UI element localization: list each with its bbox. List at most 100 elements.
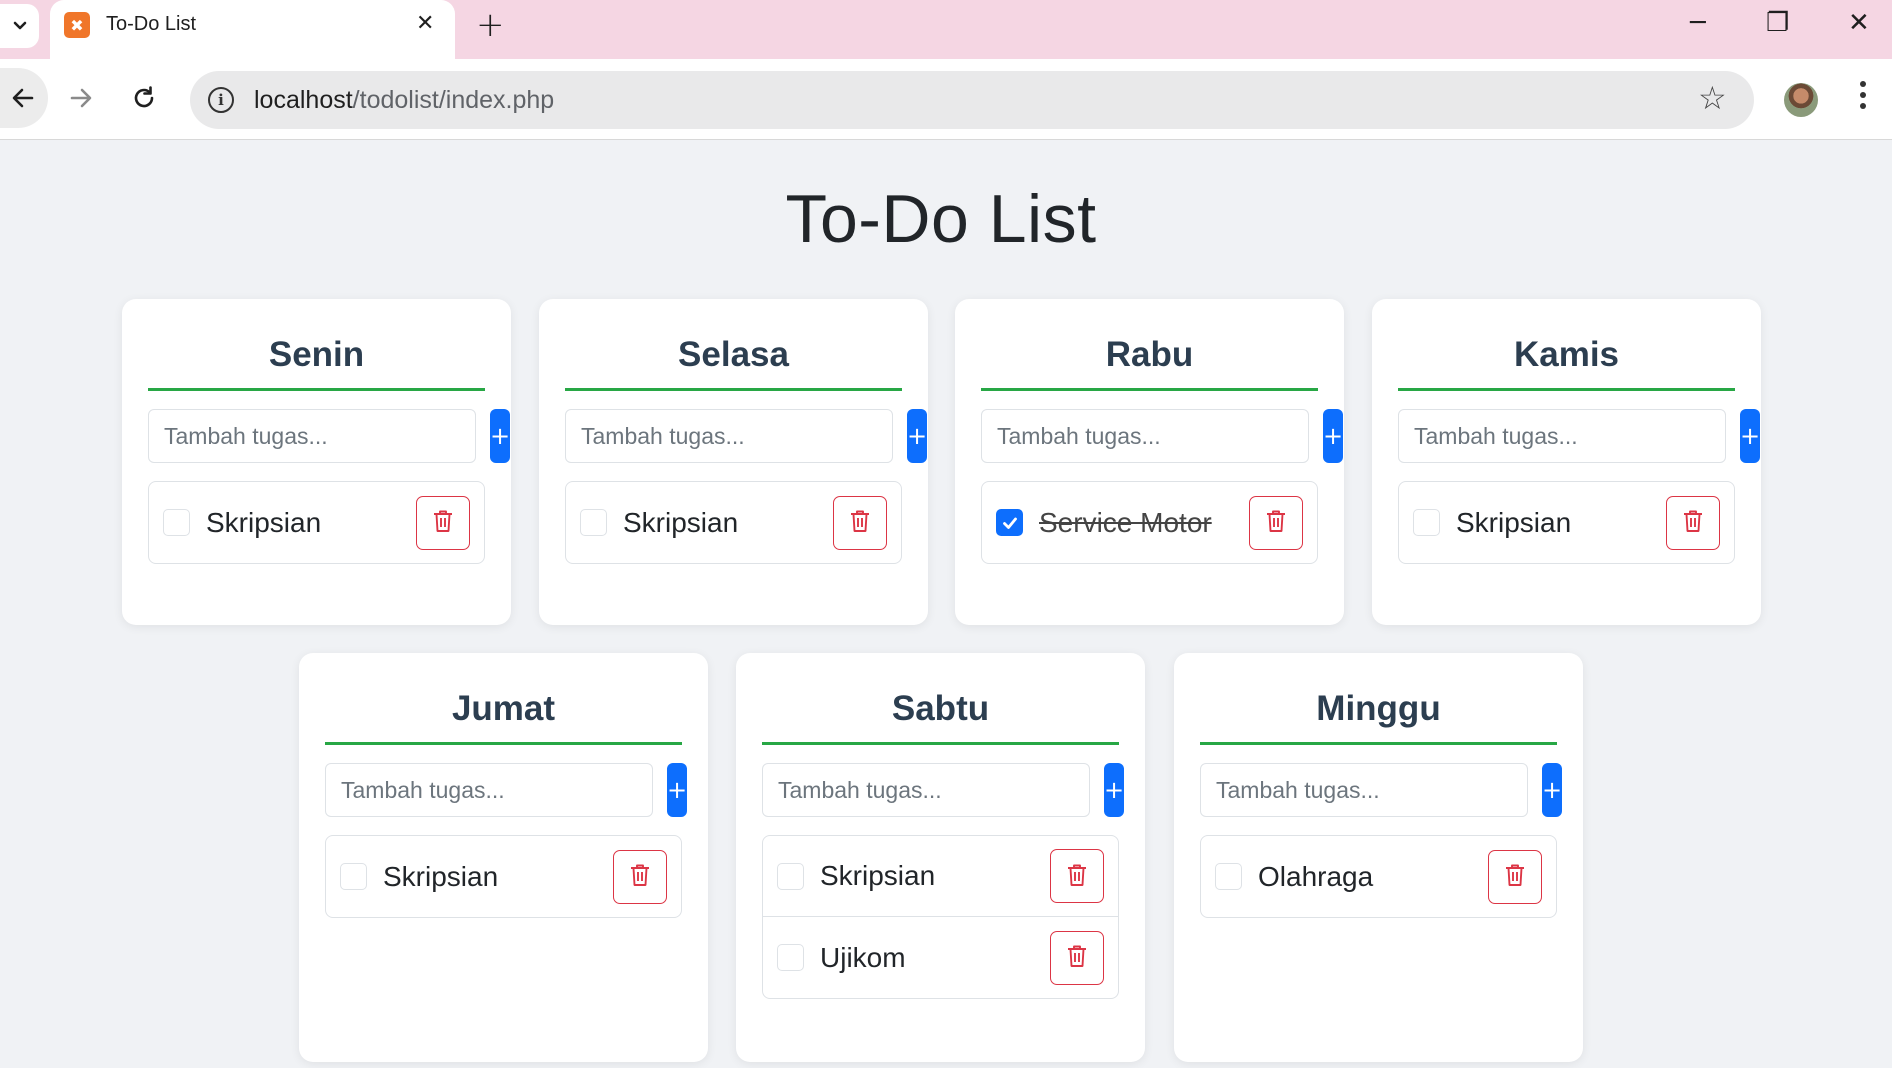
page-title: To-Do List: [785, 181, 1097, 257]
delete-task-button[interactable]: [613, 849, 667, 904]
day-title: Selasa: [565, 299, 902, 391]
day-title: Minggu: [1200, 653, 1557, 745]
delete-task-button[interactable]: [1249, 495, 1303, 550]
xampp-icon: ✖: [64, 12, 90, 38]
task-item: Olahraga: [1201, 836, 1556, 917]
trash-icon: [432, 509, 454, 536]
day-card-kamis: Kamis+ Skripsian: [1372, 299, 1761, 625]
restore-icon[interactable]: ❐: [1766, 8, 1789, 38]
task-input[interactable]: [1200, 763, 1528, 817]
delete-task-button[interactable]: [1666, 495, 1720, 550]
task-input[interactable]: [148, 409, 476, 463]
trash-icon: [849, 509, 871, 536]
add-task-button[interactable]: +: [1740, 409, 1761, 463]
task-item: Skripsian: [1399, 482, 1734, 563]
day-card-minggu: Minggu + Olahraga: [1174, 653, 1583, 1062]
delete-task-button[interactable]: [1050, 930, 1104, 985]
add-task-button[interactable]: +: [667, 763, 688, 817]
task-list: Skripsian: [148, 481, 485, 564]
reload-icon[interactable]: [121, 75, 167, 121]
add-task-row: +: [981, 409, 1344, 463]
task-input[interactable]: [565, 409, 893, 463]
task-checkbox[interactable]: [340, 863, 367, 890]
task-text: Skripsian: [623, 506, 739, 538]
task-checkbox[interactable]: [1413, 509, 1440, 536]
task-checkbox[interactable]: [996, 509, 1023, 536]
task-checkbox[interactable]: [580, 509, 607, 536]
url-text[interactable]: localhost/todolist/index.php: [254, 86, 554, 115]
task-item: Skripsian: [326, 836, 681, 917]
task-input[interactable]: [762, 763, 1090, 817]
browser-tab[interactable]: ✖ To-Do List ✕: [50, 0, 455, 59]
delete-task-button[interactable]: [1488, 849, 1542, 904]
delete-task-button[interactable]: [416, 495, 470, 550]
close-tab-icon[interactable]: ✕: [416, 11, 434, 36]
task-item: Skripsian: [763, 836, 1118, 917]
task-item: Skripsian: [566, 482, 901, 563]
minimize-icon[interactable]: ─: [1690, 8, 1706, 38]
day-title: Sabtu: [762, 653, 1119, 745]
browser-toolbar: i localhost/todolist/index.php ☆: [0, 59, 1892, 140]
add-task-button[interactable]: +: [1323, 409, 1344, 463]
task-list: Olahraga: [1200, 835, 1557, 918]
trash-icon: [1504, 863, 1526, 890]
task-list: Skripsian Ujikom: [762, 835, 1119, 999]
task-list: Service Motor: [981, 481, 1318, 564]
task-input[interactable]: [325, 763, 653, 817]
trash-icon: [1066, 944, 1088, 971]
task-checkbox[interactable]: [777, 944, 804, 971]
close-window-icon[interactable]: ✕: [1848, 8, 1870, 38]
tab-search-button[interactable]: [0, 4, 39, 48]
add-task-button[interactable]: +: [1542, 763, 1563, 817]
add-task-row: +: [148, 409, 511, 463]
day-title: Rabu: [981, 299, 1318, 391]
day-title: Senin: [148, 299, 485, 391]
delete-task-button[interactable]: [833, 495, 887, 550]
add-task-row: +: [762, 763, 1125, 817]
task-input[interactable]: [1398, 409, 1726, 463]
trash-icon: [1682, 509, 1704, 536]
site-info-icon[interactable]: i: [208, 87, 234, 113]
task-text: Skripsian: [206, 506, 322, 538]
trash-icon: [1066, 863, 1088, 890]
task-checkbox[interactable]: [777, 862, 804, 890]
task-list: Skripsian: [1398, 481, 1735, 564]
back-arrow-icon[interactable]: [0, 75, 46, 121]
forward-arrow-icon[interactable]: [58, 75, 104, 121]
task-text: Skripsian: [1456, 506, 1572, 538]
add-task-row: +: [1200, 763, 1563, 817]
task-checkbox[interactable]: [163, 509, 190, 536]
add-task-button[interactable]: +: [907, 409, 928, 463]
task-text: Skripsian: [383, 860, 499, 892]
day-title: Jumat: [325, 653, 682, 745]
task-text: Skripsian: [820, 860, 936, 891]
new-tab-icon[interactable]: +: [476, 5, 505, 45]
day-card-sabtu: Sabtu + Skripsian Ujikom: [736, 653, 1145, 1062]
menu-kebab-icon[interactable]: [1860, 81, 1866, 109]
trash-icon: [629, 863, 651, 890]
tab-title: To-Do List: [106, 13, 197, 35]
task-list: Skripsian: [565, 481, 902, 564]
tab-strip: ✖ To-Do List ✕ + ─ ❐ ✕: [0, 0, 1892, 59]
trash-icon: [1265, 509, 1287, 536]
task-text: Ujikom: [820, 941, 906, 973]
day-card-jumat: Jumat + Skripsian: [299, 653, 708, 1062]
day-card-senin: Senin+ Skripsian: [122, 299, 511, 625]
add-task-row: +: [325, 763, 688, 817]
task-input[interactable]: [981, 409, 1309, 463]
delete-task-button[interactable]: [1050, 849, 1104, 903]
profile-avatar[interactable]: [1784, 83, 1818, 117]
task-text: Olahraga: [1258, 860, 1374, 892]
bookmark-star-icon[interactable]: ☆: [1698, 79, 1727, 117]
add-task-button[interactable]: +: [1104, 763, 1125, 817]
day-title: Kamis: [1398, 299, 1735, 391]
task-list: Skripsian: [325, 835, 682, 918]
day-card-rabu: Rabu+ Service Motor: [955, 299, 1344, 625]
add-task-button[interactable]: +: [490, 409, 511, 463]
task-item: Skripsian: [149, 482, 484, 563]
task-text: Service Motor: [1039, 506, 1212, 538]
address-bar[interactable]: i localhost/todolist/index.php ☆: [190, 71, 1754, 129]
chevron-down-icon: [13, 21, 26, 30]
task-checkbox[interactable]: [1215, 863, 1242, 890]
add-task-row: +: [565, 409, 928, 463]
